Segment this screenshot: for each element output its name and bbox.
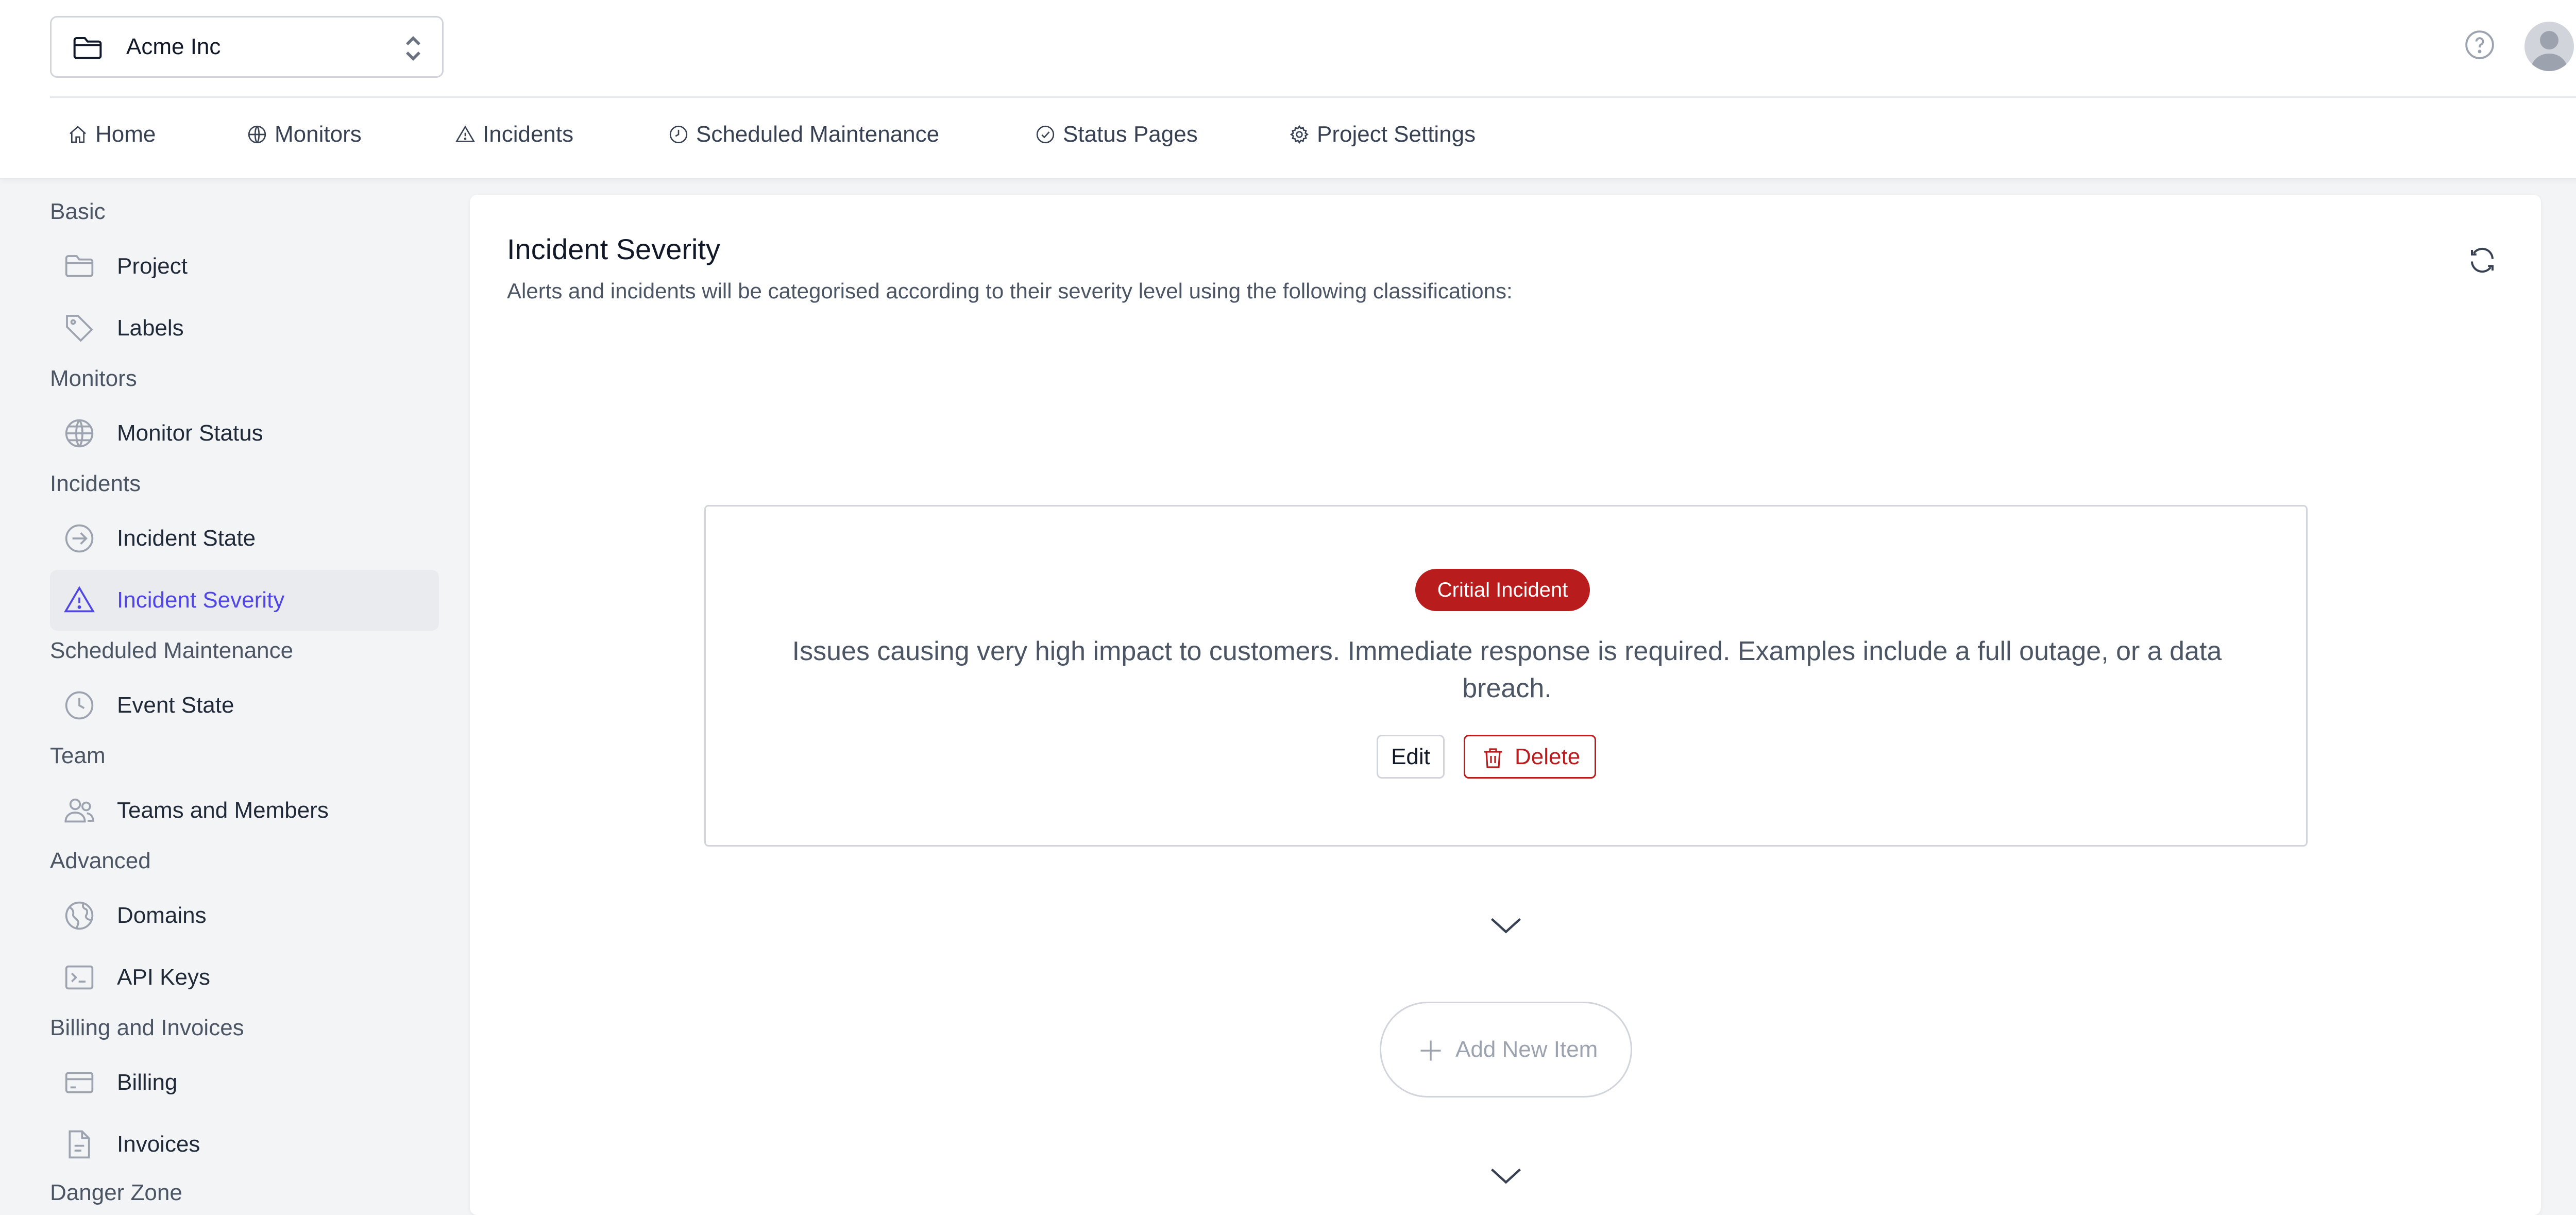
nav-monitors[interactable]: Monitors bbox=[247, 122, 362, 147]
chevron-up-down-icon bbox=[406, 36, 420, 61]
alert-triangle-icon bbox=[64, 586, 95, 613]
project-picker[interactable]: Acme Inc bbox=[50, 16, 444, 78]
project-name: Acme Inc bbox=[126, 34, 221, 59]
sidebar-item-incident-severity[interactable]: Incident Severity bbox=[50, 570, 439, 631]
section-basic: Basic bbox=[50, 199, 106, 224]
document-icon bbox=[69, 1130, 90, 1159]
sidebar-item-invoices[interactable]: Invoices bbox=[50, 1114, 439, 1175]
section-monitors: Monitors bbox=[50, 366, 137, 391]
sidebar-item-label: Billing bbox=[117, 1070, 178, 1095]
settings-sidebar: Basic Project Labels Monitors Monitor St… bbox=[0, 179, 453, 1205]
nav-home[interactable]: Home bbox=[67, 122, 156, 147]
chevron-down-icon bbox=[1490, 1168, 1521, 1184]
terminal-icon bbox=[65, 965, 94, 990]
users-icon bbox=[64, 798, 94, 823]
top-header: Acme Inc Home Monitors Incidents Schedul… bbox=[0, 0, 2576, 179]
sidebar-item-domains[interactable]: Domains bbox=[50, 885, 439, 946]
add-new-item-button[interactable]: Add New Item bbox=[1380, 1002, 1632, 1098]
nav-home-label: Home bbox=[95, 122, 156, 147]
nav-incidents[interactable]: Incidents bbox=[455, 122, 573, 147]
sidebar-item-api-keys[interactable]: API Keys bbox=[50, 947, 439, 1008]
nav-status-pages-label: Status Pages bbox=[1063, 122, 1198, 147]
sidebar-item-label: Invoices bbox=[117, 1132, 200, 1157]
chevron-down-icon bbox=[1490, 918, 1521, 934]
check-circle-icon bbox=[1036, 125, 1055, 144]
sidebar-item-label: API Keys bbox=[117, 965, 210, 990]
delete-button[interactable]: Delete bbox=[1464, 735, 1596, 779]
edit-button[interactable]: Edit bbox=[1377, 735, 1445, 779]
folder-icon bbox=[73, 37, 102, 59]
sidebar-item-teams-and-members[interactable]: Teams and Members bbox=[50, 780, 439, 841]
add-new-item-label: Add New Item bbox=[1455, 1037, 1598, 1062]
refresh-icon[interactable] bbox=[2467, 245, 2498, 276]
section-team: Team bbox=[50, 743, 106, 768]
section-scheduled-maintenance: Scheduled Maintenance bbox=[50, 638, 294, 663]
globe-icon bbox=[65, 419, 94, 448]
tag-icon bbox=[66, 315, 93, 342]
nav-status-pages[interactable]: Status Pages bbox=[1035, 122, 1198, 147]
globe-icon bbox=[248, 125, 266, 144]
nav-incidents-label: Incidents bbox=[483, 122, 574, 147]
section-danger-zone: Danger Zone bbox=[50, 1180, 182, 1205]
sidebar-item-label: Domains bbox=[117, 903, 207, 928]
sidebar-item-label: Incident Severity bbox=[117, 587, 285, 613]
page-title: Incident Severity bbox=[507, 233, 720, 265]
plus-icon bbox=[1420, 1040, 1441, 1061]
sidebar-item-labels[interactable]: Labels bbox=[50, 298, 439, 359]
sidebar-item-project[interactable]: Project bbox=[50, 236, 439, 297]
severity-description: Issues causing very high impact to custo… bbox=[792, 636, 2222, 703]
globe-alt-icon bbox=[65, 901, 94, 930]
incident-severity-card: Incident Severity Alerts and incidents w… bbox=[470, 195, 2541, 1215]
nav-project-settings[interactable]: Project Settings bbox=[1289, 122, 1476, 147]
sidebar-item-event-state[interactable]: Event State bbox=[50, 675, 439, 736]
severity-item: Critial Incident Issues causing very hig… bbox=[704, 505, 2308, 847]
avatar[interactable] bbox=[2524, 22, 2574, 71]
nav-project-settings-label: Project Settings bbox=[1317, 122, 1476, 147]
sidebar-item-billing[interactable]: Billing bbox=[50, 1052, 439, 1113]
section-billing-and-invoices: Billing and Invoices bbox=[50, 1015, 244, 1040]
credit-card-icon bbox=[65, 1072, 94, 1093]
sidebar-item-label: Incident State bbox=[117, 526, 256, 551]
nav-scheduled-maintenance[interactable]: Scheduled Maintenance bbox=[668, 122, 939, 147]
sidebar-item-monitor-status[interactable]: Monitor Status bbox=[50, 403, 439, 464]
page-description: Alerts and incidents will be categorised… bbox=[507, 279, 1513, 303]
section-incidents: Incidents bbox=[50, 471, 141, 496]
sidebar-item-label: Teams and Members bbox=[117, 798, 329, 823]
gear-icon bbox=[1290, 125, 1309, 144]
nav-scheduled-maintenance-label: Scheduled Maintenance bbox=[696, 122, 940, 147]
sidebar-item-label: Project bbox=[117, 254, 188, 279]
sidebar-item-label: Event State bbox=[117, 693, 234, 718]
header-divider bbox=[50, 96, 2576, 98]
folder-icon bbox=[65, 255, 94, 277]
severity-badge: Critial Incident bbox=[1415, 569, 1590, 611]
alert-triangle-icon bbox=[455, 125, 475, 142]
nav-monitors-label: Monitors bbox=[275, 122, 362, 147]
help-icon[interactable] bbox=[2464, 29, 2496, 61]
home-icon bbox=[70, 126, 86, 143]
sidebar-item-label: Labels bbox=[117, 315, 184, 341]
delete-button-label: Delete bbox=[1515, 744, 1581, 769]
section-advanced: Advanced bbox=[50, 848, 151, 873]
trash-icon bbox=[1484, 748, 1502, 768]
sidebar-item-label: Monitor Status bbox=[117, 420, 263, 446]
clock-icon bbox=[65, 691, 94, 720]
sidebar-item-incident-state[interactable]: Incident State bbox=[50, 508, 439, 569]
clock-icon bbox=[669, 125, 688, 144]
arrow-circle-icon bbox=[65, 524, 94, 553]
